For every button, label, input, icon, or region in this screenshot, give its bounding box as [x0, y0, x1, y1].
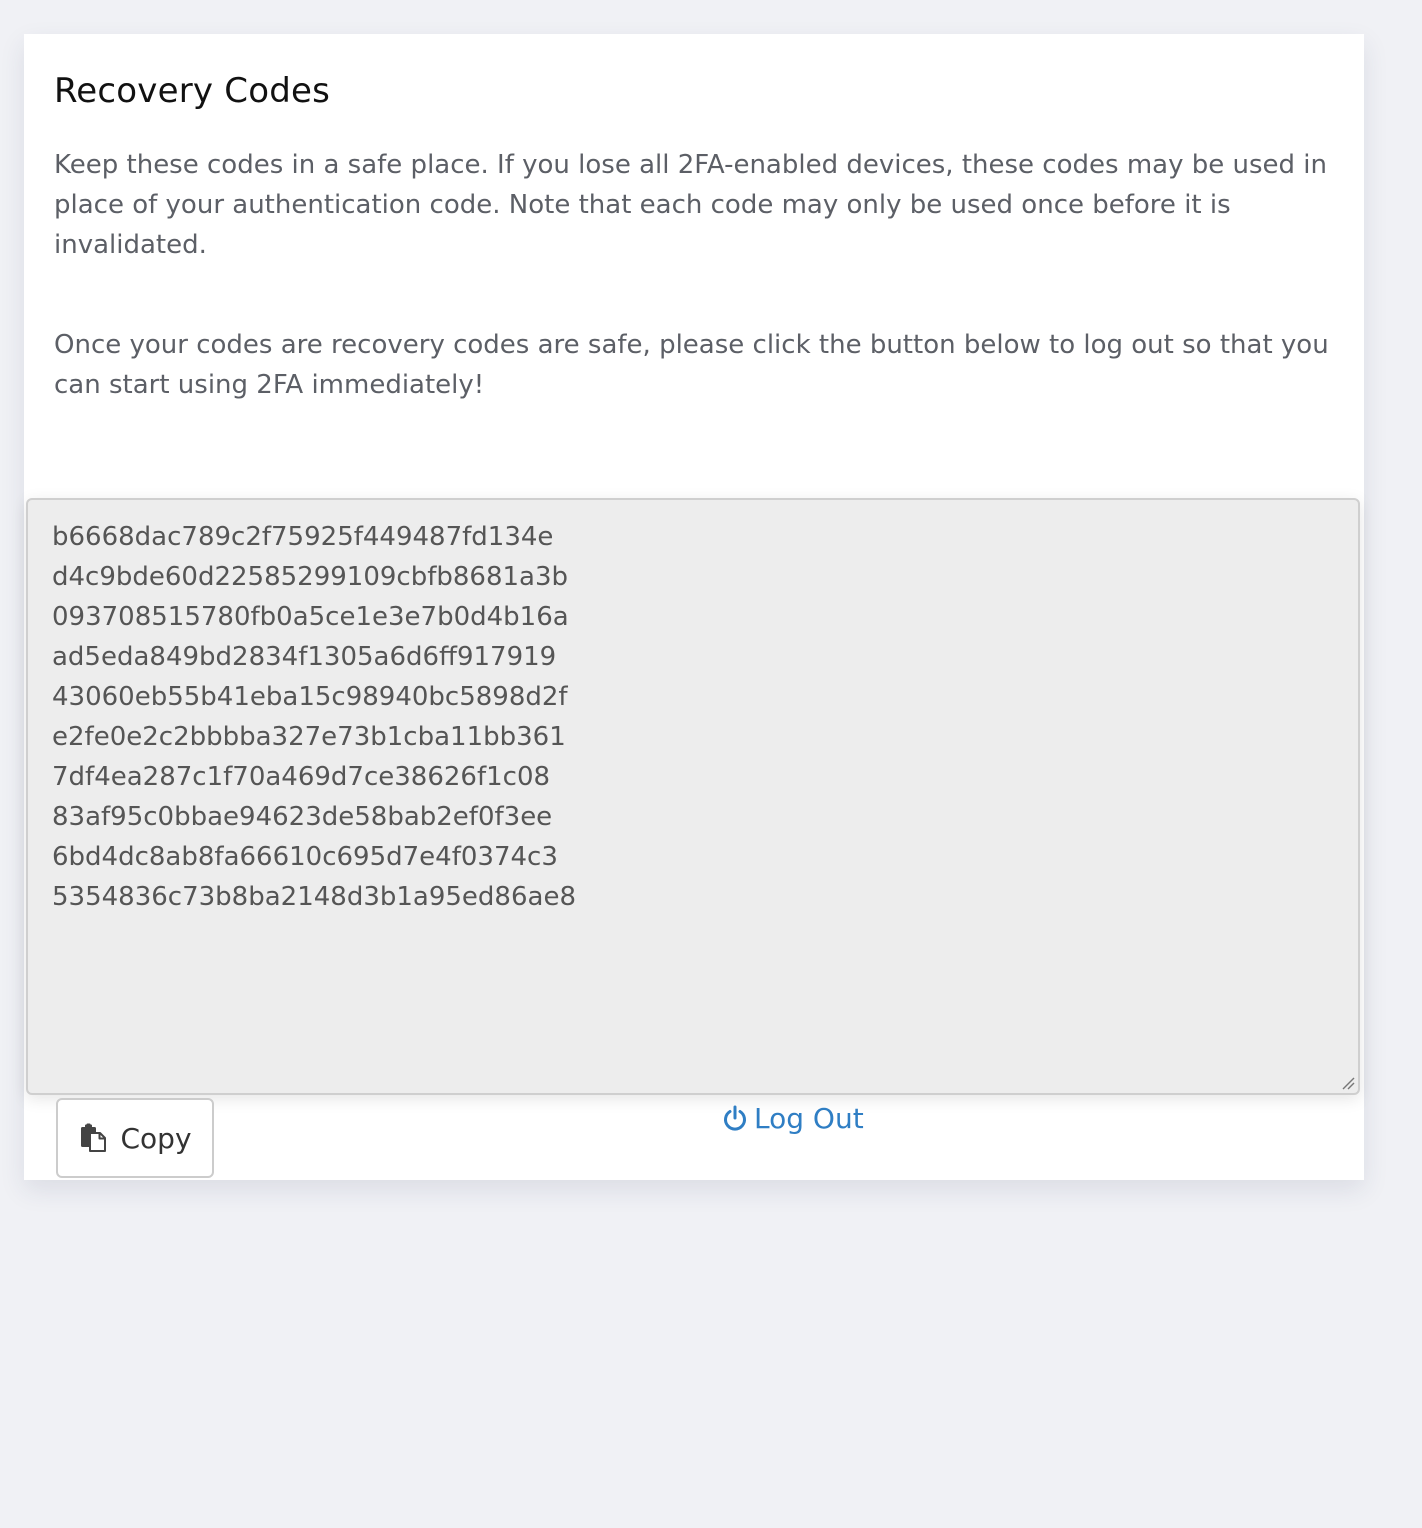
- recovery-codes-card: Recovery Codes Keep these codes in a saf…: [24, 34, 1364, 1180]
- copy-icon: [81, 1123, 107, 1152]
- recovery-code: 43060eb55b41eba15c98940bc5898d2f: [52, 682, 568, 712]
- copy-button-label: Copy: [120, 1121, 192, 1155]
- recovery-code: 7df4ea287c1f70a469d7ce38626f1c08: [52, 762, 551, 792]
- recovery-code: d4c9bde60d22585299109cbfb8681a3b: [52, 562, 569, 592]
- instructions-text: Keep these codes in a safe place. If you…: [54, 150, 1327, 260]
- recovery-code: b6668dac789c2f75925f449487fd134e: [52, 522, 554, 552]
- recovery-code: 83af95c0bbae94623de58bab2ef0f3ee: [52, 802, 553, 832]
- recovery-code: ad5eda849bd2834f1305a6d6ff917919: [52, 642, 557, 672]
- card-title: Recovery Codes: [54, 71, 331, 111]
- recovery-code: e2fe0e2c2bbbba327e73b1cba11bb361: [52, 722, 566, 752]
- recovery-codes-textarea[interactable]: b6668dac789c2f75925f449487fd134e d4c9bde…: [26, 498, 1360, 1095]
- power-icon: [724, 1105, 746, 1131]
- recovery-code: 6bd4dc8ab8fa66610c695d7e4f0374c3: [52, 842, 558, 872]
- logout-instructions-text: Once your codes are recovery codes are s…: [54, 330, 1329, 400]
- logout-link-label: Log Out: [754, 1101, 864, 1135]
- resize-grip-icon[interactable]: [1341, 1076, 1355, 1090]
- logout-link[interactable]: Log Out: [722, 1100, 864, 1136]
- recovery-code: 093708515780fb0a5ce1e3e7b0d4b16a: [52, 602, 569, 632]
- copy-button[interactable]: Copy: [56, 1098, 214, 1178]
- recovery-code: 5354836c73b8ba2148d3b1a95ed86ae8: [52, 882, 576, 912]
